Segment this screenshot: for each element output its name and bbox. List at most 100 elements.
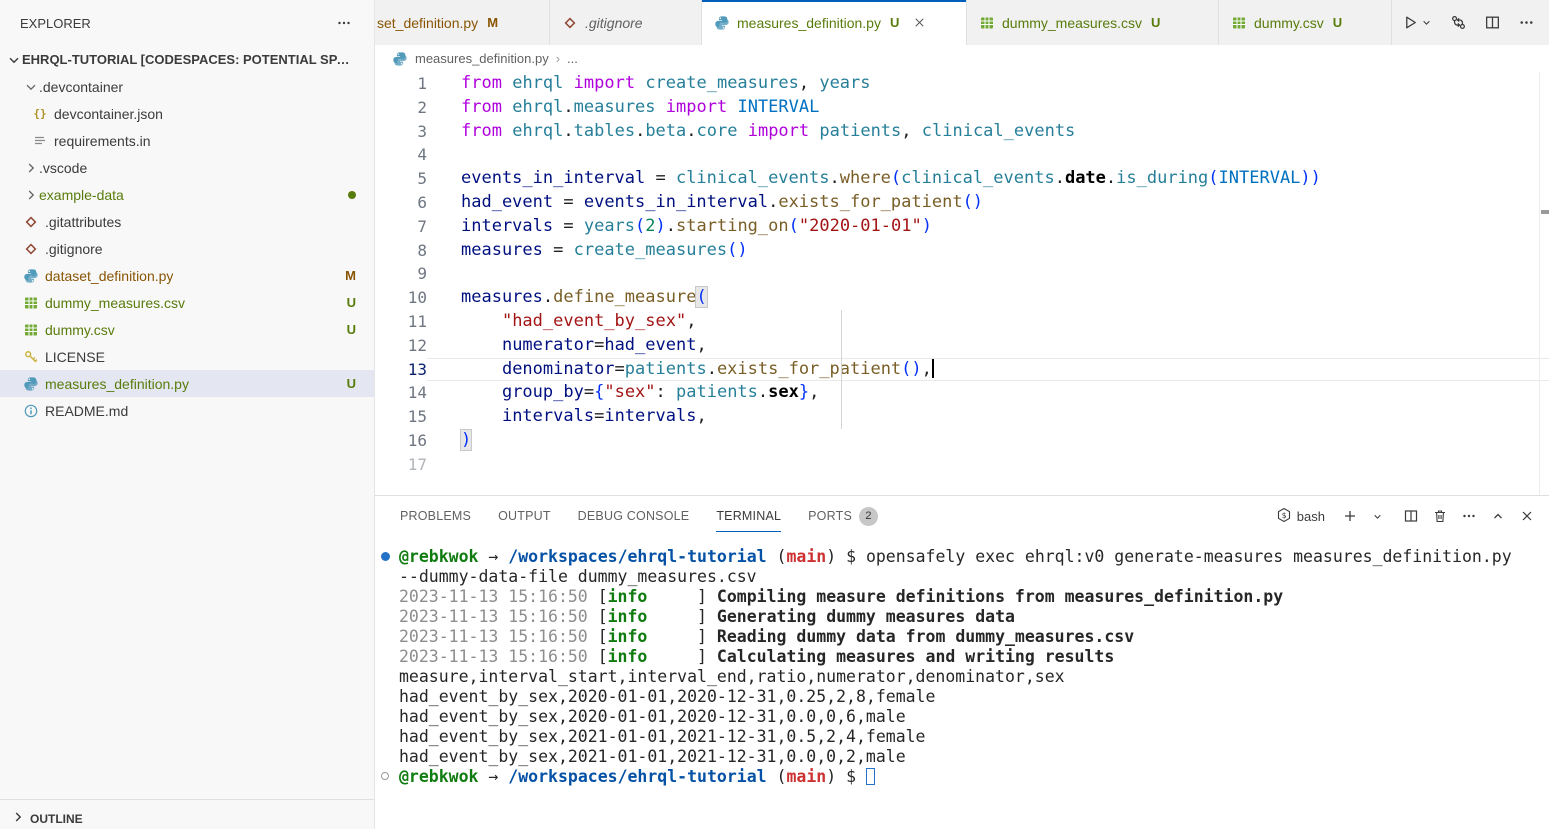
sidebar-item-example-data[interactable]: example-data (0, 181, 374, 208)
code-line-7[interactable]: 7intervals = years(2).starting_on("2020-… (375, 215, 1549, 239)
tab--gitignore[interactable]: .gitignore (550, 0, 702, 45)
open-changes-icon[interactable] (1450, 14, 1467, 31)
sidebar-item-dummy-csv[interactable]: dummy.csvU (0, 316, 374, 343)
code-line-2[interactable]: 2from ehrql.measures import INTERVAL (375, 96, 1549, 120)
terminal-output[interactable]: @rebkwok → /workspaces/ehrql-tutorial (m… (375, 536, 1549, 829)
breadcrumb[interactable]: measures_definition.py › ... (375, 45, 1549, 72)
run-dropdown-icon[interactable] (1420, 16, 1433, 29)
more-actions-icon[interactable] (1518, 14, 1535, 31)
line-number: 4 (375, 143, 427, 167)
breadcrumb-file[interactable]: measures_definition.py (415, 51, 549, 66)
outline-section-header[interactable]: OUTLINE (0, 799, 374, 829)
code-line-11[interactable]: 11 "had_event_by_sex", (375, 310, 1549, 334)
sidebar-item-readme-md[interactable]: README.md (0, 397, 374, 424)
file-label: .gitignore (45, 241, 103, 257)
file-tree: EHRQL-TUTORIAL [CODESPACES: POTENTIAL SP… (0, 46, 374, 799)
code-editor[interactable]: 1from ehrql import create_measures, year… (375, 72, 1549, 495)
file-label: .vscode (39, 160, 87, 176)
code-line-12[interactable]: 12 numerator=had_event, (375, 334, 1549, 358)
sidebar-item--gitattributes[interactable]: .gitattributes (0, 208, 374, 235)
tab-dummy-csv[interactable]: dummy.csvU (1219, 0, 1392, 45)
terminal-line-4: 2023-11-13 15:16:50 [info ] Generating d… (399, 607, 1549, 627)
sidebar-item-license[interactable]: LICENSE (0, 343, 374, 370)
code-line-5[interactable]: 5events_in_interval = clinical_events.wh… (375, 167, 1549, 191)
panel-tab-output[interactable]: OUTPUT (498, 496, 551, 536)
tab-label: .gitignore (585, 15, 643, 31)
breadcrumb-more[interactable]: ... (567, 51, 578, 66)
sidebar-item-dataset-definition-py[interactable]: dataset_definition.pyM (0, 262, 374, 289)
terminal-cursor (866, 768, 875, 785)
overview-ruler-cursor-mark (1541, 210, 1549, 214)
line-number: 7 (375, 215, 427, 239)
sidebar-item-requirements-in[interactable]: requirements.in (0, 127, 374, 154)
tab-dummy-measures-csv[interactable]: dummy_measures.csvU (967, 0, 1219, 45)
close-tab-icon[interactable] (912, 15, 927, 30)
panel-more-icon[interactable] (1461, 508, 1477, 524)
line-number: 2 (375, 96, 427, 120)
code-text: from ehrql.tables.beta.core import patie… (427, 120, 1549, 144)
sidebar-item--vscode[interactable]: .vscode (0, 154, 374, 181)
command-decoration-icon[interactable] (381, 552, 390, 561)
bash-terminal-icon: $ (1276, 507, 1292, 526)
git-status-badge: M (345, 268, 356, 283)
line-number: 8 (375, 239, 427, 263)
code-line-13[interactable]: 13 denominator=patients.exists_for_patie… (375, 358, 1549, 382)
explorer-more-icon[interactable] (336, 15, 352, 31)
file-label: .gitattributes (45, 214, 121, 230)
sidebar-item--gitignore[interactable]: .gitignore (0, 235, 374, 262)
kill-terminal-icon[interactable] (1432, 508, 1448, 524)
code-line-9[interactable]: 9 (375, 262, 1549, 286)
editor-group: set_definition.pyM .gitignore measures_def… (375, 0, 1549, 829)
code-line-1[interactable]: 1from ehrql import create_measures, year… (375, 72, 1549, 96)
editor-scrollbar[interactable] (1539, 72, 1549, 495)
sidebar-item--devcontainer[interactable]: .devcontainer (0, 73, 374, 100)
line-number: 17 (375, 453, 427, 477)
list-icon (32, 133, 48, 149)
tree-root-folder[interactable]: EHRQL-TUTORIAL [CODESPACES: POTENTIAL SP… (0, 46, 374, 73)
code-line-4[interactable]: 4 (375, 143, 1549, 167)
git-status-badge: U (347, 322, 356, 337)
indent-guide (841, 310, 842, 429)
sidebar-item-devcontainer-json[interactable]: {}devcontainer.json (0, 100, 374, 127)
file-label: LICENSE (45, 349, 105, 365)
breadcrumb-separator: › (556, 51, 560, 66)
tab-label: set_definition.py (377, 15, 478, 31)
code-line-17[interactable]: 17 (375, 453, 1549, 477)
code-line-16[interactable]: 16) (375, 429, 1549, 453)
maximize-panel-icon[interactable] (1490, 508, 1506, 524)
code-line-3[interactable]: 3from ehrql.tables.beta.core import pati… (375, 120, 1549, 144)
new-terminal-button[interactable] (1342, 508, 1358, 524)
line-number: 16 (375, 429, 427, 453)
run-python-file-button[interactable] (1402, 14, 1419, 31)
terminal-dropdown-icon[interactable] (1371, 510, 1384, 523)
code-line-8[interactable]: 8measures = create_measures() (375, 239, 1549, 263)
panel-tab-terminal[interactable]: TERMINAL (716, 496, 781, 536)
split-terminal-icon[interactable] (1403, 508, 1419, 524)
file-label: README.md (45, 403, 128, 419)
tab-measures-definition-py[interactable]: measures_definition.pyU (702, 0, 967, 45)
terminal-line-11: had_event_by_sex,2021-01-01,2021-12-31,0… (399, 747, 1549, 767)
line-number: 3 (375, 120, 427, 144)
tab-git-badge: U (1333, 15, 1342, 30)
tab-bar: set_definition.pyM .gitignore measures_def… (375, 0, 1549, 45)
code-line-15[interactable]: 15 intervals=intervals, (375, 405, 1549, 429)
line-number: 15 (375, 405, 427, 429)
close-panel-icon[interactable] (1519, 508, 1535, 524)
panel-tab-problems[interactable]: PROBLEMS (400, 496, 471, 536)
code-line-14[interactable]: 14 group_by={"sex": patients.sex}, (375, 381, 1549, 405)
tab-set-definition-py[interactable]: set_definition.pyM (375, 0, 550, 45)
split-editor-icon[interactable] (1484, 14, 1501, 31)
prompt-decoration-icon[interactable] (381, 772, 389, 780)
git-status-dot (348, 191, 356, 199)
file-label: devcontainer.json (54, 106, 163, 122)
panel-tab-ports[interactable]: PORTS2 (808, 496, 878, 536)
panel-tab-debug-console[interactable]: DEBUG CONSOLE (578, 496, 690, 536)
chevron-down-icon (6, 52, 22, 68)
sidebar-item-measures-definition-py[interactable]: measures_definition.pyU (0, 370, 374, 397)
code-text: from ehrql.measures import INTERVAL (427, 96, 1549, 120)
panel-tab-label: PROBLEMS (400, 509, 471, 523)
code-line-10[interactable]: 10measures.define_measure( (375, 286, 1549, 310)
code-line-6[interactable]: 6had_event = events_in_interval.exists_f… (375, 191, 1549, 215)
sidebar-item-dummy-measures-csv[interactable]: dummy_measures.csvU (0, 289, 374, 316)
terminal-shell-selector[interactable]: $ bash (1276, 507, 1325, 526)
